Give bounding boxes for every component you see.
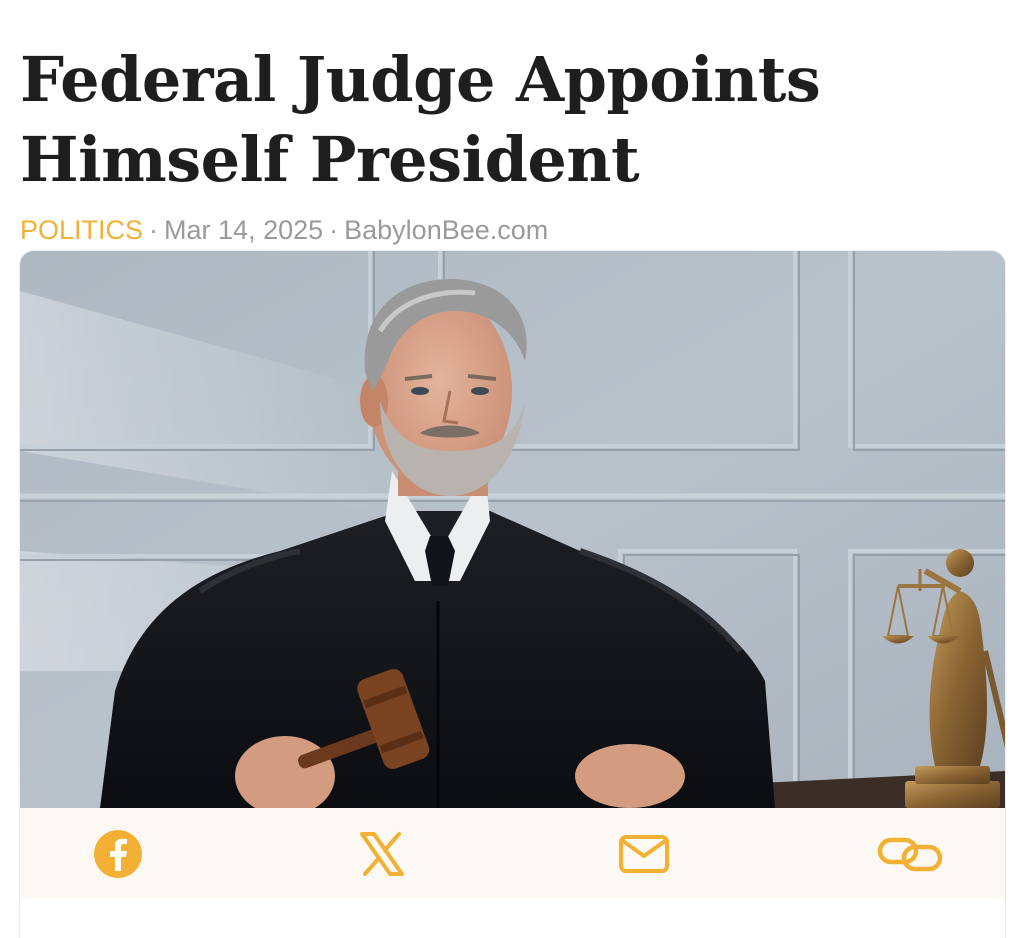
share-bar <box>20 808 1005 898</box>
x-share-button[interactable] <box>354 826 410 882</box>
x-icon <box>360 832 404 876</box>
email-share-button[interactable] <box>616 826 672 882</box>
source-domain: BabylonBee.com <box>344 215 549 245</box>
meta-separator: · <box>329 215 339 245</box>
facebook-icon <box>94 830 142 878</box>
article-page: Federal Judge Appoints Himself President… <box>0 0 1024 938</box>
publish-date: Mar 14, 2025 <box>164 215 324 245</box>
meta-separator: · <box>149 215 159 245</box>
link-icon <box>877 837 943 872</box>
email-icon <box>619 835 669 873</box>
category-link[interactable]: POLITICS <box>20 215 143 245</box>
article-body <box>20 898 1005 938</box>
headline-line-2: Himself President <box>20 123 640 196</box>
copy-link-button[interactable] <box>875 826 945 882</box>
article-meta: POLITICS · Mar 14, 2025 · BabylonBee.com <box>20 212 548 248</box>
article-card <box>20 251 1005 938</box>
headline-line-1: Federal Judge Appoints <box>20 43 821 116</box>
facebook-share-button[interactable] <box>90 826 146 882</box>
article-photo <box>20 251 1005 808</box>
article-headline: Federal Judge Appoints Himself President <box>20 40 980 200</box>
